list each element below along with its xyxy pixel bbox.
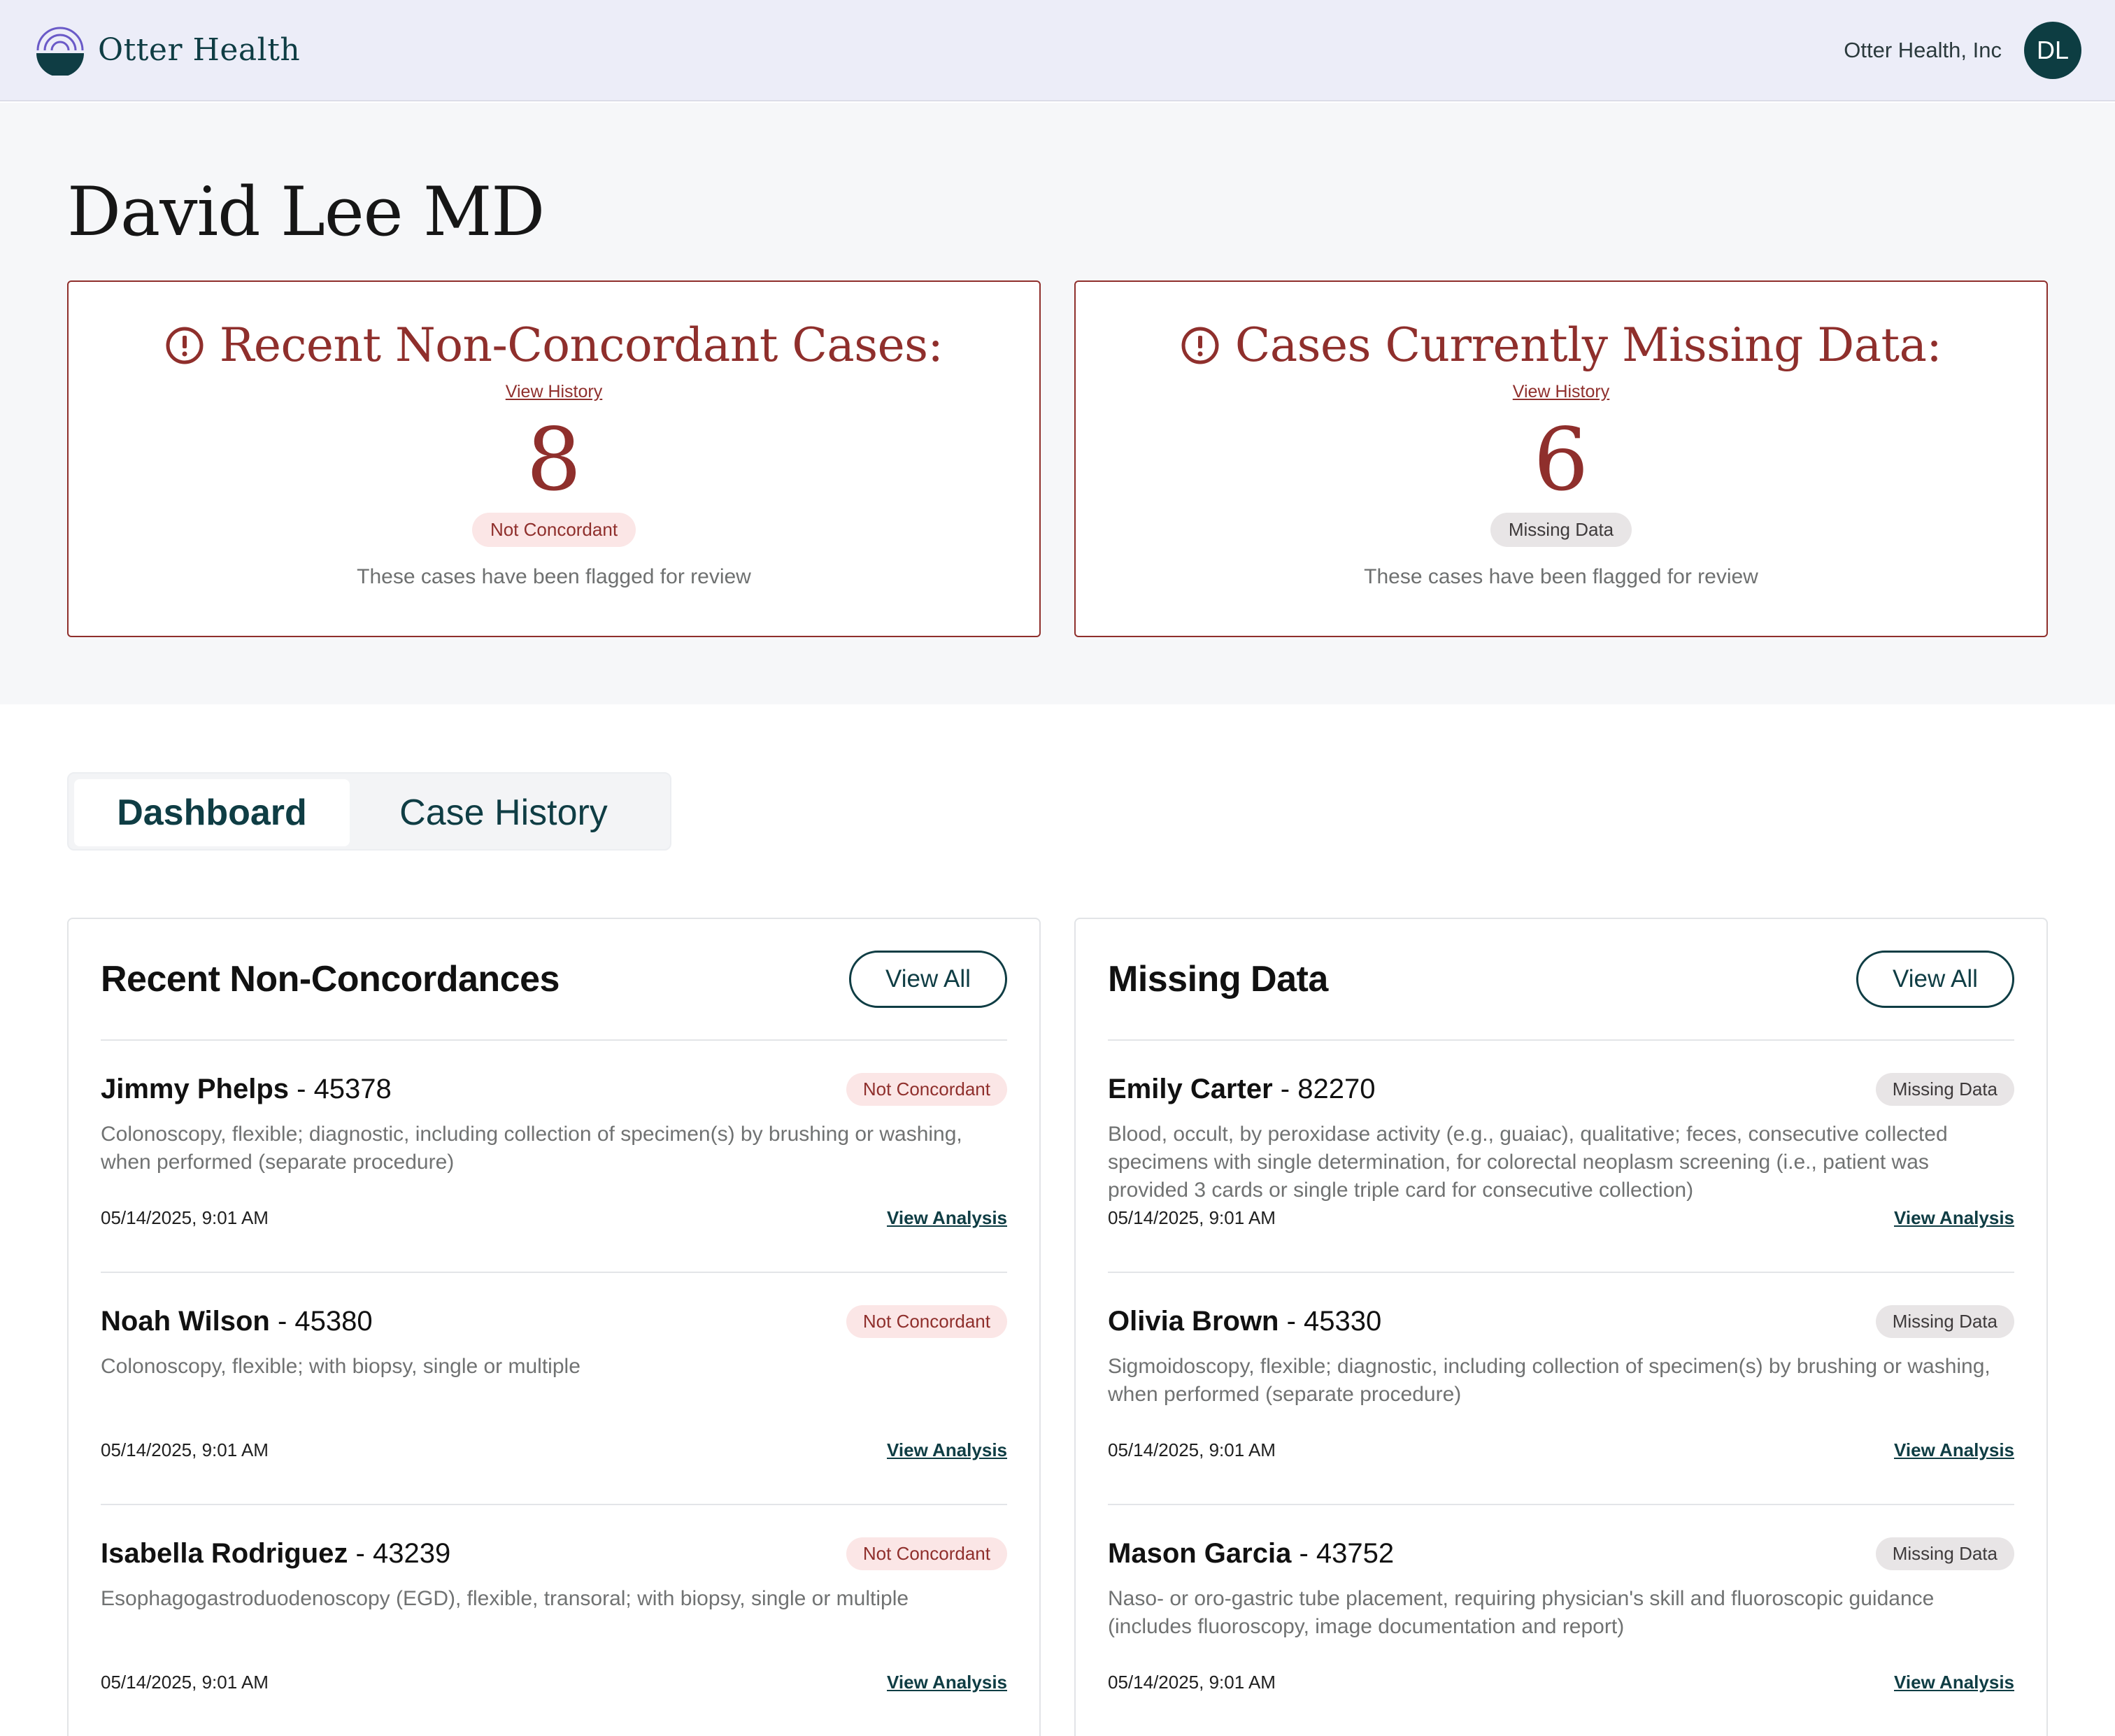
view-history-link[interactable]: View History [1513,382,1609,402]
view-analysis-link[interactable]: View Analysis [1894,1207,2014,1229]
tab-case-history[interactable]: Case History [350,779,657,846]
card-note: These cases have been flagged for review [1364,564,1758,588]
procedure-description: Colonoscopy, flexible; with biopsy, sing… [101,1355,581,1378]
case-id: 45380 [294,1305,373,1337]
procedure-description: Blood, occult, by peroxidase activity (e… [1108,1123,1948,1202]
patient-label: Jimmy Phelps - 45378 [101,1073,392,1104]
hero-section: David Lee MD Recent Non-Concordant Cases… [0,103,2115,704]
top-header: Otter Health Otter Health, Inc DL [0,0,2115,101]
case-id: 45378 [313,1073,392,1104]
org-name: Otter Health, Inc [1844,37,2002,62]
status-badge: Missing Data [1875,1537,2014,1570]
case-timestamp: 05/14/2025, 9:01 AM [101,1672,269,1693]
case-row-footer: 05/14/2025, 9:01 AM View Analysis [101,1207,1007,1229]
procedure-description: Colonoscopy, flexible; diagnostic, inclu… [101,1123,962,1174]
case-timestamp: 05/14/2025, 9:01 AM [101,1439,269,1460]
patient-label: Olivia Brown - 45330 [1108,1305,1382,1337]
view-analysis-link[interactable]: View Analysis [887,1207,1007,1229]
case-id: 43752 [1316,1537,1395,1569]
case-timestamp: 05/14/2025, 9:01 AM [1108,1439,1276,1460]
tab-dashboard[interactable]: Dashboard [74,779,350,846]
view-analysis-link[interactable]: View Analysis [1894,1672,2014,1693]
panel-header: Recent Non-Concordances View All [101,919,1007,1041]
case-timestamp: 05/14/2025, 9:01 AM [1108,1207,1276,1228]
otter-logo-icon [36,27,84,76]
status-badge: Not Concordant [846,1537,1007,1570]
case-row-footer: 05/14/2025, 9:01 AM View Analysis [101,1672,1007,1693]
patient-label: Noah Wilson - 45380 [101,1305,373,1337]
case-row-header: Jimmy Phelps - 45378 Not Concordant [101,1073,1007,1106]
panel-title: Recent Non-Concordances [101,959,560,999]
case-row-header: Emily Carter - 82270 Missing Data [1108,1073,2014,1106]
view-all-button[interactable]: View All [849,951,1007,1008]
card-note: These cases have been flagged for review [357,564,751,588]
case-id: 82270 [1297,1073,1376,1104]
procedure-description: Naso- or oro-gastric tube placement, req… [1108,1587,1935,1638]
view-analysis-link[interactable]: View Analysis [887,1672,1007,1693]
case-row-header: Olivia Brown - 45330 Missing Data [1108,1305,2014,1338]
patient-name: Noah Wilson [101,1305,270,1337]
card-title-text: Recent Non-Concordant Cases: [219,318,943,372]
user-avatar[interactable]: DL [2024,21,2081,79]
case-row: Noah Wilson - 45380 Not Concordant Colon… [101,1273,1007,1505]
case-timestamp: 05/14/2025, 9:01 AM [101,1207,269,1228]
brand-name: Otter Health [98,32,301,68]
non-concordances-panel: Recent Non-Concordances View All Jimmy P… [67,918,1041,1736]
case-timestamp: 05/14/2025, 9:01 AM [1108,1672,1276,1693]
case-row: Isabella Rodriguez - 43239 Not Concordan… [101,1505,1007,1736]
patient-name: Olivia Brown [1108,1305,1279,1337]
case-row-header: Isabella Rodriguez - 43239 Not Concordan… [101,1537,1007,1570]
case-row-footer: 05/14/2025, 9:01 AM View Analysis [1108,1672,2014,1693]
patient-name: Jimmy Phelps [101,1073,290,1104]
status-badge: Missing Data [1875,1305,2014,1338]
case-row-header: Noah Wilson - 45380 Not Concordant [101,1305,1007,1338]
tab-bar: Dashboard Case History [67,772,671,851]
case-row-footer: 05/14/2025, 9:01 AM View Analysis [101,1439,1007,1461]
case-id: 43239 [372,1537,451,1569]
status-badge: Not Concordant [846,1305,1007,1338]
panel-title: Missing Data [1108,959,1328,999]
status-badge: Not Concordant [846,1073,1007,1106]
non-concordant-summary-card: Recent Non-Concordant Cases: View Histor… [67,280,1041,637]
case-row: Emily Carter - 82270 Missing Data Blood,… [1108,1041,2014,1273]
missing-data-summary-card: Cases Currently Missing Data: View Histo… [1074,280,2048,637]
procedure-description: Esophagogastroduodenoscopy (EGD), flexib… [101,1587,909,1610]
patient-name: Mason Garcia [1108,1537,1292,1569]
card-title: Cases Currently Missing Data: [1076,318,2046,372]
brand[interactable]: Otter Health [35,25,300,76]
view-analysis-link[interactable]: View Analysis [1894,1439,2014,1461]
case-row: Olivia Brown - 45330 Missing Data Sigmoi… [1108,1273,2014,1505]
status-badge: Not Concordant [471,513,636,547]
case-row: Jimmy Phelps - 45378 Not Concordant Colo… [101,1041,1007,1273]
status-badge: Missing Data [1490,513,1632,547]
alert-circle-icon [1181,327,1219,364]
view-all-button[interactable]: View All [1856,951,2014,1008]
view-analysis-link[interactable]: View Analysis [887,1439,1007,1461]
status-badge: Missing Data [1875,1073,2014,1106]
procedure-description: Sigmoidoscopy, flexible; diagnostic, inc… [1108,1355,1991,1406]
card-title-text: Cases Currently Missing Data: [1234,318,1942,372]
patient-name: Emily Carter [1108,1073,1273,1104]
case-row-footer: 05/14/2025, 9:01 AM View Analysis [1108,1439,2014,1461]
patient-label: Emily Carter - 82270 [1108,1073,1376,1104]
non-concordant-count: 8 [526,410,582,511]
page-title: David Lee MD [67,173,545,251]
view-history-link[interactable]: View History [506,382,602,402]
card-title: Recent Non-Concordant Cases: [69,318,1039,372]
case-id: 45330 [1304,1305,1382,1337]
org-area: Otter Health, Inc DL [1844,21,2081,79]
patient-label: Isabella Rodriguez - 43239 [101,1537,451,1569]
patient-name: Isabella Rodriguez [101,1537,348,1569]
case-row: Mason Garcia - 43752 Missing Data Naso- … [1108,1505,2014,1736]
panel-header: Missing Data View All [1108,919,2014,1041]
patient-label: Mason Garcia - 43752 [1108,1537,1395,1569]
missing-data-count: 6 [1533,410,1589,511]
missing-data-panel: Missing Data View All Emily Carter - 822… [1074,918,2048,1736]
alert-circle-icon [166,327,204,364]
case-row-footer: 05/14/2025, 9:01 AM View Analysis [1108,1207,2014,1229]
case-row-header: Mason Garcia - 43752 Missing Data [1108,1537,2014,1570]
